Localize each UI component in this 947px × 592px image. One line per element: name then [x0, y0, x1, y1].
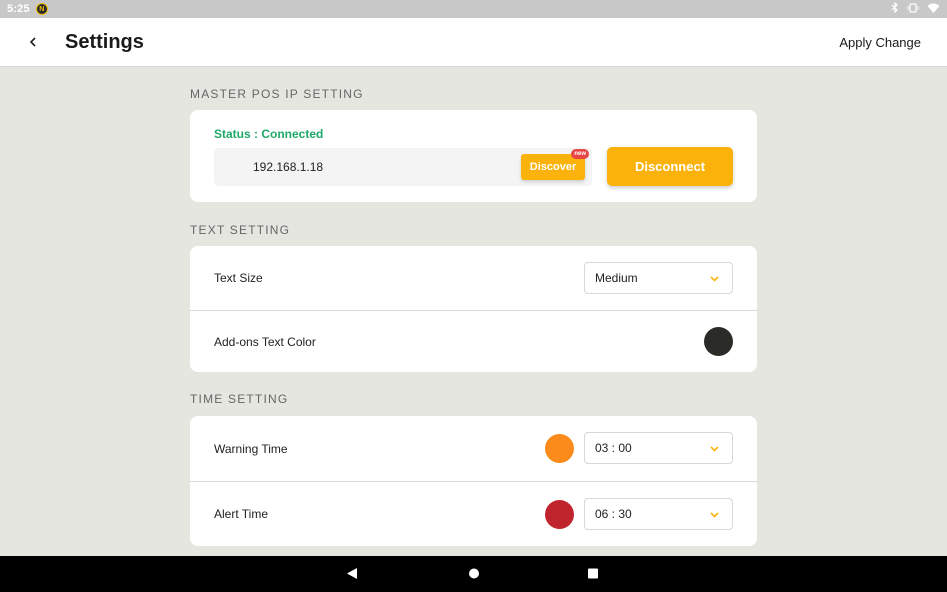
master-pos-card: Status : Connected 192.168.1.18 Discover… — [190, 110, 757, 202]
status-icons — [891, 1, 940, 16]
connection-status: Status : Connected — [214, 127, 324, 141]
text-size-row: Text Size Medium — [190, 246, 757, 309]
alert-color-swatch[interactable] — [545, 500, 574, 529]
clock: 5:25 — [7, 3, 30, 15]
section-label-text-setting: TEXT SETTING — [190, 223, 291, 237]
warning-time-select[interactable]: 03 : 00 — [584, 432, 733, 464]
warning-time-value: 03 : 00 — [595, 441, 632, 455]
nav-back-button[interactable] — [346, 567, 358, 585]
warning-time-row: Warning Time 03 : 00 — [190, 416, 757, 481]
chevron-down-icon — [710, 512, 719, 518]
apply-change-button[interactable]: Apply Change — [839, 35, 921, 50]
nav-home-button[interactable] — [468, 567, 480, 585]
nav-recents-button[interactable] — [587, 567, 599, 585]
new-badge: new — [571, 149, 589, 159]
chevron-down-icon — [710, 446, 719, 452]
wifi-icon — [927, 3, 940, 16]
section-label-master-pos: MASTER POS IP SETTING — [190, 87, 364, 101]
chevron-down-icon — [710, 276, 719, 282]
app-bar: Settings Apply Change — [0, 18, 947, 67]
time-setting-card: Warning Time 03 : 00 Alert Time 06 : 30 — [190, 416, 757, 546]
text-size-select[interactable]: Medium — [584, 262, 733, 294]
system-status-bar: 5:25 N — [0, 0, 947, 18]
alert-time-label: Alert Time — [214, 507, 269, 521]
ip-address-input[interactable]: 192.168.1.18 Discover new — [214, 148, 592, 186]
disconnect-button[interactable]: Disconnect — [607, 147, 733, 186]
addons-color-label: Add-ons Text Color — [214, 334, 316, 349]
notification-app-icon: N — [35, 3, 48, 15]
warning-time-label: Warning Time — [214, 441, 288, 456]
text-size-label: Text Size — [214, 270, 263, 285]
ip-address-value: 192.168.1.18 — [253, 160, 324, 174]
back-button[interactable] — [23, 32, 43, 52]
page-title: Settings — [65, 30, 144, 53]
section-label-time-setting: TIME SETTING — [190, 392, 289, 406]
bluetooth-icon — [891, 1, 899, 16]
alert-time-row: Alert Time 06 : 30 — [190, 482, 757, 546]
chevron-left-icon — [29, 37, 36, 47]
navigation-bar — [0, 556, 947, 592]
vibrate-icon — [907, 2, 919, 16]
addons-color-row: Add-ons Text Color — [190, 310, 757, 373]
warning-color-swatch[interactable] — [545, 434, 574, 463]
triangle-back-icon — [347, 568, 357, 579]
alert-time-select[interactable]: 06 : 30 — [584, 498, 733, 530]
alert-time-value: 06 : 30 — [595, 507, 632, 521]
discover-button[interactable]: Discover new — [521, 149, 589, 180]
discover-label: Discover — [529, 161, 577, 173]
text-size-value: Medium — [595, 271, 638, 285]
circle-home-icon — [469, 568, 479, 579]
addons-color-swatch[interactable] — [704, 327, 733, 356]
text-setting-card: Text Size Medium Add-ons Text Color — [190, 246, 757, 372]
square-recents-icon — [588, 568, 598, 579]
